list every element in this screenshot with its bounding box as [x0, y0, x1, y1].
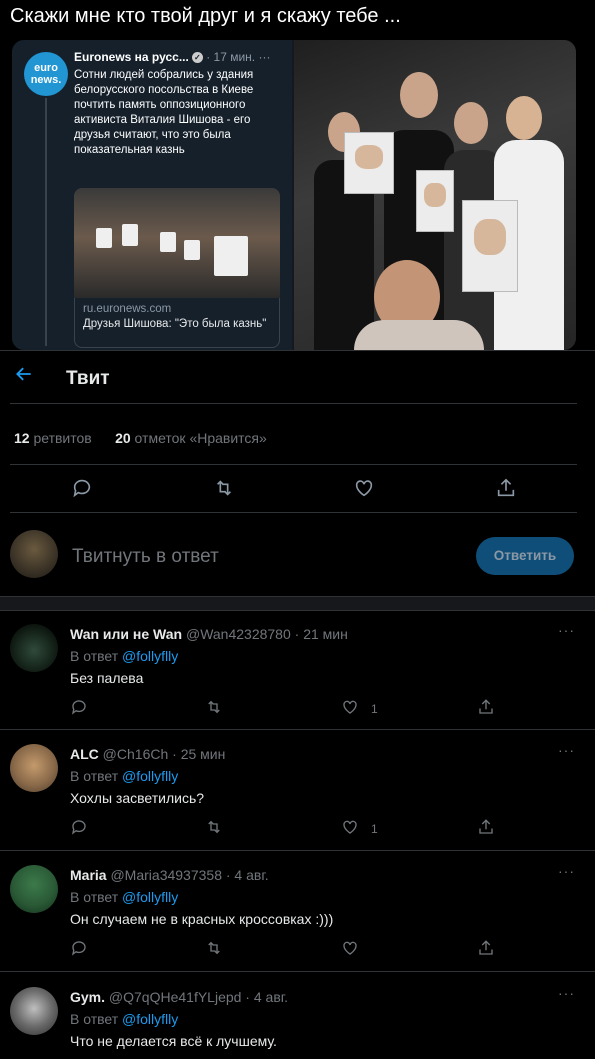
divider	[0, 850, 595, 851]
retweet-icon[interactable]	[205, 939, 227, 961]
like-icon[interactable]	[341, 698, 363, 720]
section-separator	[0, 596, 595, 611]
like-icon[interactable]	[341, 818, 363, 840]
reply-text: Что не делается всё к лучшему.	[70, 1033, 277, 1049]
euronews-logo: euro news.	[24, 52, 68, 96]
like-icon[interactable]	[341, 939, 363, 961]
reply-author[interactable]: Wan или не Wan @Wan42328780 · 21 мин	[70, 626, 348, 642]
retweets-label: ретвитов	[33, 430, 92, 446]
divider	[0, 971, 595, 972]
reply-to: В ответ @follyflly	[70, 1011, 179, 1027]
link-domain: ru.euronews.com	[83, 303, 172, 315]
caption: Скажи мне кто твой друг и я скажу тебе .…	[10, 5, 401, 27]
embed-source: Euronews на русс... ✓ · 17 мин. ···	[74, 50, 271, 64]
reply-to-link[interactable]: @follyflly	[122, 889, 178, 905]
share-icon[interactable]	[477, 818, 499, 840]
tweet-stats[interactable]: 12 ретвитов 20 отметок «Нравится»	[14, 430, 267, 446]
reply-to-link[interactable]: @follyflly	[122, 768, 178, 784]
embed-text: Сотни людей собрались у здания белорусск…	[74, 69, 254, 156]
retweet-icon[interactable]	[205, 698, 227, 720]
reply-button[interactable]: Ответить	[476, 537, 574, 575]
divider	[0, 729, 595, 730]
embed-link-card: ru.euronews.com Друзья Шишова: "Это была…	[74, 298, 280, 348]
avatar[interactable]	[10, 624, 58, 672]
reply-author[interactable]: Maria @Maria34937358 · 4 авг.	[70, 867, 269, 883]
likes-count: 20	[115, 430, 131, 446]
likes-label: отметок «Нравится»	[134, 430, 267, 446]
like-count: 1	[371, 822, 378, 836]
media-image[interactable]: euro news. Euronews на русс... ✓ · 17 мин.…	[12, 40, 576, 350]
reply-icon[interactable]	[70, 939, 92, 961]
embed-photo	[74, 188, 280, 298]
protest-photo	[294, 40, 576, 350]
reply-to-link[interactable]: @follyflly	[122, 648, 178, 664]
reply-to-link[interactable]: @follyflly	[122, 1011, 178, 1027]
verified-icon: ✓	[191, 52, 203, 64]
divider	[10, 464, 577, 465]
reply-to: В ответ @follyflly	[70, 648, 179, 664]
retweet-icon[interactable]	[205, 818, 227, 840]
more-icon[interactable]: ···	[558, 622, 575, 638]
share-icon[interactable]	[495, 477, 517, 499]
divider	[0, 350, 595, 351]
reply-to: В ответ @follyflly	[70, 768, 179, 784]
thread-line	[45, 98, 47, 346]
avatar[interactable]	[10, 987, 58, 1035]
more-icon[interactable]: ···	[558, 985, 575, 1001]
retweet-icon[interactable]	[213, 477, 235, 499]
like-icon[interactable]	[353, 477, 375, 499]
avatar[interactable]	[10, 744, 58, 792]
reply-icon[interactable]	[70, 818, 92, 840]
share-icon[interactable]	[477, 939, 499, 961]
reply-icon[interactable]	[71, 477, 93, 499]
share-icon[interactable]	[477, 698, 499, 720]
divider	[10, 403, 577, 404]
like-count: 1	[371, 702, 378, 716]
link-title: Друзья Шишова: "Это была казнь"	[83, 318, 267, 330]
page-title: Твит	[66, 368, 110, 389]
avatar[interactable]	[10, 530, 58, 578]
reply-text: Он случаем не в красных кроссовках :)))	[70, 911, 334, 927]
retweets-count: 12	[14, 430, 30, 446]
reply-to: В ответ @follyflly	[70, 889, 179, 905]
reply-text: Без палева	[70, 670, 144, 686]
more-icon[interactable]: ···	[558, 863, 575, 879]
divider	[10, 512, 577, 513]
reply-author[interactable]: ALC @Ch16Ch · 25 мин	[70, 746, 225, 762]
reply-text: Хохлы засветились?	[70, 790, 205, 806]
more-icon[interactable]: ···	[558, 742, 575, 758]
reply-input[interactable]: Твитнуть в ответ	[72, 546, 219, 568]
arrow-left-icon[interactable]	[14, 364, 34, 390]
avatar[interactable]	[10, 865, 58, 913]
embedded-tweet: euro news. Euronews на русс... ✓ · 17 мин.…	[12, 40, 292, 350]
reply-author[interactable]: Gym. @Q7qQHe41fYLjepd · 4 авг.	[70, 989, 288, 1005]
reply-icon[interactable]	[70, 698, 92, 720]
